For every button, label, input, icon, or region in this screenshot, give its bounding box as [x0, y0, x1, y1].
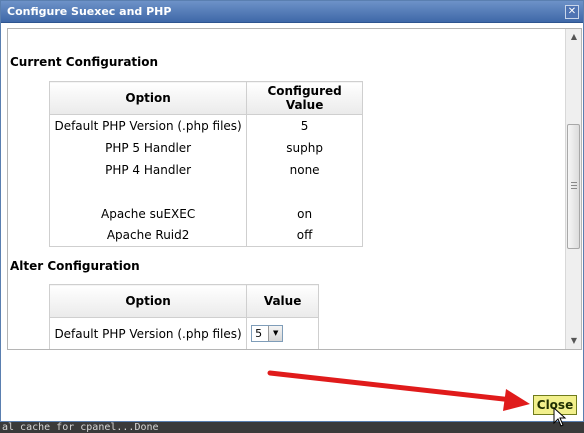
arrow-up-icon[interactable]: ▲	[566, 29, 581, 45]
dialog-content: Current Configuration Option Configured …	[7, 28, 582, 350]
close-icon[interactable]: ✕	[565, 5, 579, 19]
table-row: PHP 4 Handler none	[48, 158, 363, 181]
column-header-option: Option	[48, 81, 248, 115]
option-cell: Apache suEXEC	[48, 202, 248, 225]
column-header-value: Value	[246, 284, 319, 318]
table-row: PHP 5 Handler suphp	[48, 136, 363, 159]
table-row: Default PHP Version (.php files) 5 ▼	[48, 317, 319, 349]
alter-configuration-heading: Alter Configuration	[10, 259, 140, 273]
configure-dialog: Configure Suexec and PHP ✕ Current Confi…	[0, 0, 584, 422]
php-version-select[interactable]: 5 ▼	[251, 325, 284, 342]
value-cell: suphp	[246, 136, 363, 159]
option-cell: Default PHP Version (.php files)	[48, 317, 248, 349]
arrow-down-icon[interactable]: ▼	[566, 333, 581, 349]
table-row: Apache suEXEC on	[48, 202, 363, 225]
option-cell: PHP 4 Handler	[48, 158, 248, 181]
value-cell: 5	[246, 114, 363, 137]
status-bar-text: al cache for cpanel...Done	[0, 422, 584, 433]
table-row: Default PHP Version (.php files) 5	[48, 114, 363, 137]
alter-configuration-table: Option Value Default PHP Version (.php f…	[48, 284, 319, 349]
option-cell: Apache Ruid2	[48, 224, 248, 247]
scrollbar-thumb[interactable]	[567, 124, 580, 249]
chevron-down-icon[interactable]: ▼	[268, 326, 283, 341]
value-cell: off	[246, 224, 363, 247]
column-header-configured-value: Configured Value	[246, 81, 363, 115]
value-cell: on	[246, 202, 363, 225]
grip-icon	[571, 182, 577, 189]
table-row-spacer	[48, 180, 363, 203]
column-header-option: Option	[48, 284, 248, 318]
dialog-title: Configure Suexec and PHP	[7, 5, 172, 18]
current-configuration-heading: Current Configuration	[10, 55, 159, 69]
mouse-pointer-icon	[553, 407, 567, 427]
value-cell	[246, 180, 363, 203]
vertical-scrollbar[interactable]: ▲ ▼	[565, 29, 581, 349]
option-cell: PHP 5 Handler	[48, 136, 248, 159]
dialog-titlebar: Configure Suexec and PHP ✕	[1, 1, 583, 23]
table-row: Apache Ruid2 off	[48, 224, 363, 247]
php-version-select-value: 5	[255, 327, 263, 340]
value-cell: none	[246, 158, 363, 181]
option-cell: Default PHP Version (.php files)	[48, 114, 248, 137]
value-cell: 5 ▼	[246, 317, 319, 349]
option-cell	[48, 180, 248, 203]
current-configuration-table: Option Configured Value Default PHP Vers…	[48, 81, 363, 247]
